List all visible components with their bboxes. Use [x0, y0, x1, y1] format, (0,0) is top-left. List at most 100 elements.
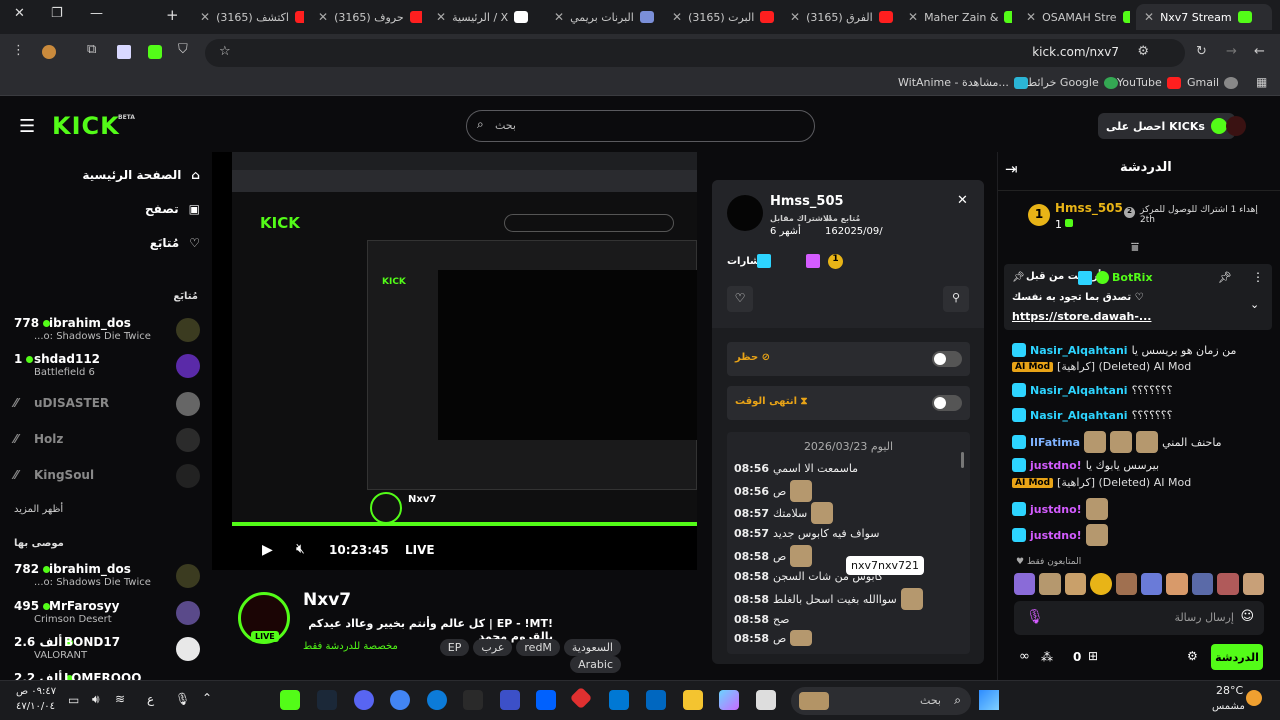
- recommended-channel[interactable]: 495 MrFarosyy Crimson Desert: [14, 597, 200, 631]
- mute-icon[interactable]: 🔇︎: [296, 541, 305, 557]
- taskbar-search[interactable]: بحث ⌕: [791, 687, 971, 715]
- more-options-icon[interactable]: ⋮: [1252, 270, 1264, 284]
- app-icon-explorer[interactable]: [683, 690, 703, 710]
- recommended-channel[interactable]: 782 ibrahim_dos ...o: Shadows Die Twice: [14, 560, 200, 594]
- hamburger-menu-icon[interactable]: ☰: [19, 116, 35, 137]
- close-icon[interactable]: ✕: [1144, 10, 1154, 24]
- input-language[interactable]: ع: [147, 692, 154, 706]
- browser-tab[interactable]: ✕ (3165) البرت: [664, 4, 776, 30]
- new-tab-icon[interactable]: +: [166, 6, 179, 24]
- close-icon[interactable]: ✕: [318, 10, 328, 24]
- clock-time[interactable]: ٠٩:٤٧ ص: [16, 686, 56, 697]
- timeout-toggle-row[interactable]: انتهى الوقت ⧗: [727, 386, 970, 420]
- clock-date[interactable]: ٤٧/١٠/٠٤: [16, 701, 55, 712]
- tag[interactable]: EP: [439, 639, 470, 656]
- nav-following[interactable]: مُتابَع ♡: [150, 236, 200, 250]
- close-icon[interactable]: ✕: [1026, 10, 1036, 24]
- unpin-icon[interactable]: 📌︎: [1218, 271, 1232, 284]
- apps-grid-icon[interactable]: ▦: [1256, 75, 1267, 89]
- mic-icon[interactable]: ⚲: [943, 286, 969, 312]
- back-icon[interactable]: ←: [1254, 44, 1265, 59]
- emote-icon[interactable]: [1090, 573, 1112, 595]
- bookmark[interactable]: خرائط Google: [1027, 76, 1118, 89]
- app-icon-kick[interactable]: [280, 690, 300, 710]
- tag[interactable]: redM: [516, 639, 560, 656]
- following-channel[interactable]: 778 ibrahim_dos ...o: Shadows Die Twice: [14, 314, 200, 348]
- chat-settings-icon[interactable]: ⚙: [1187, 649, 1198, 663]
- emote-icon[interactable]: [1039, 573, 1061, 595]
- close-icon[interactable]: ✕: [554, 10, 564, 24]
- close-icon[interactable]: ✕: [790, 10, 800, 24]
- emote-icon[interactable]: [1217, 573, 1239, 595]
- app-icon-discord[interactable]: [354, 690, 374, 710]
- microphone-icon[interactable]: 🎙︎: [175, 692, 190, 706]
- tag[interactable]: عرب: [473, 639, 513, 656]
- app-icon-epic-games[interactable]: [463, 690, 483, 710]
- bookmark[interactable]: WitAnime - مشاهدة...: [898, 76, 1028, 89]
- extension-icon[interactable]: [148, 45, 162, 59]
- scrollbar[interactable]: [961, 452, 964, 468]
- browser-tab[interactable]: ✕ OSAMAH Stre: [1018, 4, 1130, 30]
- browser-tab[interactable]: ✕ البرنات بريمي: [546, 4, 658, 30]
- following-channel-offline[interactable]: ⁄⁄ KingSoul: [14, 460, 200, 494]
- get-kicks-button[interactable]: احصل على KICKs: [1098, 113, 1235, 139]
- star-icon[interactable]: ☆: [219, 44, 231, 59]
- chat-message-input[interactable]: 🎙︎ إرسال رسالة ☺: [1014, 601, 1264, 635]
- filter-icon[interactable]: ⩸: [1131, 240, 1139, 255]
- emote-icon[interactable]: [1064, 573, 1087, 595]
- menu-dots-icon[interactable]: ⋮: [12, 43, 25, 58]
- app-icon[interactable]: [500, 690, 520, 710]
- store-icon[interactable]: ⊞: [1088, 649, 1098, 663]
- app-icon-mail[interactable]: [609, 690, 629, 710]
- following-channel-offline[interactable]: ⁄⁄ uDISASTER: [14, 388, 200, 422]
- following-channel-offline[interactable]: ⁄⁄ Holz: [14, 424, 200, 458]
- app-icon-chrome[interactable]: [390, 690, 410, 710]
- close-window-icon[interactable]: ✕: [14, 6, 25, 21]
- browser-tab[interactable]: ✕ (3165) حروف: [310, 4, 422, 30]
- browser-tab[interactable]: ✕ Maher Zain &: [900, 4, 1012, 30]
- app-icon-dropbox[interactable]: [536, 690, 556, 710]
- emote-icon[interactable]: [1166, 573, 1188, 595]
- microphone-icon[interactable]: 🎙︎: [1026, 609, 1044, 625]
- timeout-toggle[interactable]: [932, 395, 962, 411]
- tag[interactable]: Arabic: [570, 656, 621, 673]
- chat-send-button[interactable]: الدردشة: [1211, 644, 1263, 670]
- close-icon[interactable]: ✕: [672, 10, 682, 24]
- browser-tab-active[interactable]: ✕ Nxv7 Stream: [1136, 4, 1272, 30]
- emote-icon[interactable]: [1014, 573, 1036, 595]
- minimize-window-icon[interactable]: —: [90, 6, 103, 21]
- points-icon[interactable]: ⁂: [1041, 650, 1053, 664]
- volume-icon[interactable]: 🔊︎: [92, 692, 100, 707]
- app-icon-edge[interactable]: [427, 690, 447, 710]
- wifi-icon[interactable]: ≋: [115, 692, 125, 706]
- restore-window-icon[interactable]: ❐: [51, 6, 63, 21]
- browser-tab[interactable]: ✕ (3165) الفرق: [782, 4, 894, 30]
- windows-start-icon[interactable]: [979, 690, 999, 710]
- close-icon[interactable]: ✕: [908, 10, 918, 24]
- tag[interactable]: السعودية: [563, 639, 621, 656]
- app-icon-copilot[interactable]: [719, 690, 739, 710]
- emote-icon[interactable]: [1141, 573, 1163, 595]
- pinned-user[interactable]: BotRix: [1112, 271, 1153, 284]
- chevron-down-icon[interactable]: ⌄: [1250, 298, 1259, 311]
- nav-browse[interactable]: تصفح ▣: [145, 202, 200, 216]
- emote-icon[interactable]: [1115, 573, 1138, 595]
- extensions-icon[interactable]: ⧉: [87, 42, 96, 57]
- ban-toggle[interactable]: [932, 351, 962, 367]
- forward-icon[interactable]: →: [1226, 44, 1237, 59]
- gift-leader-name[interactable]: Hmss_505: [1055, 201, 1123, 215]
- bookmark[interactable]: YouTube: [1117, 76, 1181, 89]
- reload-icon[interactable]: ↻: [1196, 44, 1207, 59]
- streamer-name[interactable]: Nxv7: [303, 590, 351, 610]
- profile-avatar[interactable]: [42, 45, 56, 59]
- emote-icon[interactable]: [1191, 573, 1214, 595]
- show-more-link[interactable]: أظهر المزيد: [14, 504, 63, 515]
- nav-home[interactable]: الصفحة الرئيسية ⌂: [82, 168, 200, 182]
- app-icon-steam[interactable]: [317, 690, 337, 710]
- shield-icon[interactable]: ⛉: [178, 42, 188, 57]
- close-icon[interactable]: ✕: [957, 193, 968, 208]
- search-input[interactable]: ⌕ بحث: [466, 110, 815, 142]
- kick-logo[interactable]: KICK: [52, 112, 120, 140]
- browser-tab[interactable]: ✕ (3165) اكتشف: [192, 4, 304, 30]
- battery-icon[interactable]: ▭: [68, 693, 79, 707]
